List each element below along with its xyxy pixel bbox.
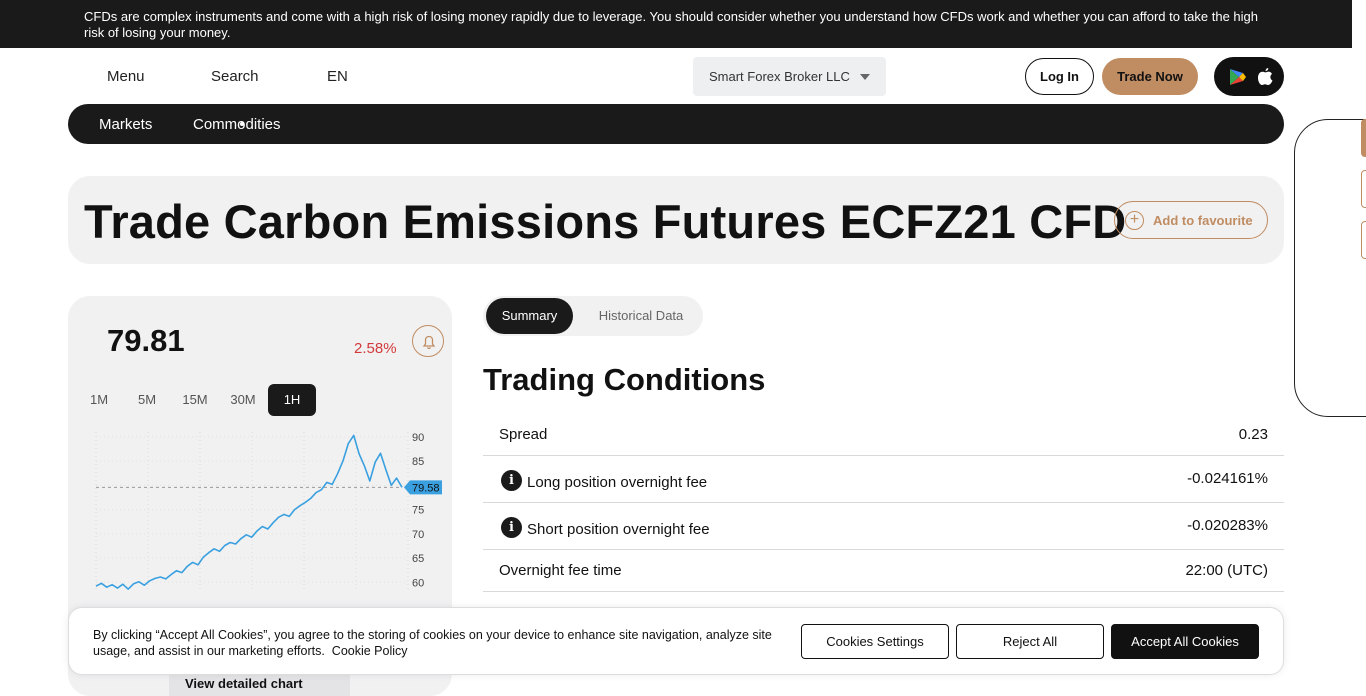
current-price: 79.81 bbox=[107, 323, 185, 358]
row-value: -0.020283% bbox=[1187, 517, 1268, 534]
table-row: Overnight fee time 22:00 (UTC) bbox=[483, 550, 1284, 592]
add-to-favourite-button[interactable]: + Add to favourite bbox=[1114, 201, 1268, 239]
breadcrumb-commodities[interactable]: Commodities bbox=[193, 116, 281, 133]
cookie-consent-message: By clicking “Accept All Cookies”, you ag… bbox=[93, 628, 772, 658]
price-change: 2.58% bbox=[354, 340, 397, 357]
trade-now-button[interactable]: Trade Now bbox=[1102, 58, 1198, 95]
cookie-consent-banner: By clicking “Accept All Cookies”, you ag… bbox=[68, 607, 1284, 675]
reject-all-button[interactable]: Reject All bbox=[956, 624, 1104, 659]
timeframe-15m[interactable]: 15M bbox=[171, 384, 219, 416]
current-price-tag-label: 79.58 bbox=[412, 482, 440, 494]
price-alert-button[interactable] bbox=[412, 325, 444, 357]
risk-warning-text: CFDs are complex instruments and come wi… bbox=[84, 9, 1259, 40]
y-tick-label: 90 bbox=[412, 432, 424, 444]
row-value: 22:00 (UTC) bbox=[1185, 562, 1268, 579]
plus-circle-icon: + bbox=[1125, 211, 1144, 230]
trading-conditions-title: Trading Conditions bbox=[483, 362, 766, 397]
apple-icon bbox=[1258, 68, 1273, 85]
broker-select-value: Smart Forex Broker LLC bbox=[709, 69, 850, 84]
accept-all-cookies-button[interactable]: Accept All Cookies bbox=[1111, 624, 1259, 659]
cookie-consent-text: By clicking “Accept All Cookies”, you ag… bbox=[93, 627, 773, 659]
y-tick-label: 85 bbox=[412, 456, 424, 468]
timeframe-1h[interactable]: 1H bbox=[268, 384, 316, 416]
row-value: 0.23 bbox=[1238, 426, 1268, 443]
content-tabs: Summary Historical Data bbox=[483, 296, 703, 336]
risk-warning-banner: CFDs are complex instruments and come wi… bbox=[0, 0, 1352, 48]
row-label: Long position overnight fee bbox=[527, 474, 708, 491]
timeframe-5m[interactable]: 5M bbox=[123, 384, 171, 416]
y-tick-label: 75 bbox=[412, 505, 424, 517]
side-tab-1[interactable] bbox=[1361, 119, 1366, 157]
tab-historical-data[interactable]: Historical Data bbox=[587, 298, 695, 334]
app-store-buttons[interactable] bbox=[1214, 57, 1284, 96]
row-label: Short position overnight fee bbox=[527, 521, 710, 538]
page-header: Trade Carbon Emissions Futures ECFZ21 CF… bbox=[68, 176, 1284, 264]
top-navigation: Menu Search EN Smart Forex Broker LLC Lo… bbox=[0, 48, 1352, 104]
side-tab-3[interactable] bbox=[1361, 221, 1366, 259]
bell-icon bbox=[422, 335, 436, 350]
side-tab-2[interactable] bbox=[1361, 170, 1366, 208]
y-tick-label: 65 bbox=[412, 553, 424, 565]
row-label: Overnight fee time bbox=[499, 562, 622, 579]
row-value: -0.024161% bbox=[1187, 470, 1268, 487]
google-play-icon bbox=[1230, 68, 1273, 85]
breadcrumb: Markets Commodities bbox=[68, 104, 1284, 144]
info-icon[interactable]: i bbox=[501, 470, 522, 491]
table-row: Spread 0.23 bbox=[483, 414, 1284, 456]
chevron-down-icon bbox=[860, 74, 870, 80]
table-row: i Long position overnight fee -0.024161% bbox=[483, 456, 1284, 503]
broker-select[interactable]: Smart Forex Broker LLC bbox=[693, 57, 886, 96]
timeframe-1m[interactable]: 1M bbox=[75, 384, 123, 416]
language-selector[interactable]: EN bbox=[327, 68, 348, 85]
y-tick-label: 70 bbox=[412, 529, 424, 541]
search-button[interactable]: Search bbox=[211, 68, 259, 85]
trading-conditions-table: Spread 0.23 i Long position overnight fe… bbox=[483, 414, 1284, 592]
tab-summary[interactable]: Summary bbox=[486, 298, 573, 334]
add-to-favourite-label: Add to favourite bbox=[1153, 213, 1253, 228]
cookie-policy-link[interactable]: Cookie Policy bbox=[332, 644, 408, 658]
page-title: Trade Carbon Emissions Futures ECFZ21 CF… bbox=[84, 195, 1127, 248]
view-detailed-chart-label: View detailed chart bbox=[185, 676, 303, 691]
menu-button[interactable]: Menu bbox=[107, 68, 145, 85]
breadcrumb-markets[interactable]: Markets bbox=[99, 116, 152, 133]
side-widget-panel bbox=[1294, 119, 1366, 417]
table-row: i Short position overnight fee -0.020283… bbox=[483, 503, 1284, 550]
row-label: Spread bbox=[499, 426, 548, 443]
price-line-chart[interactable]: 9085807570656079.58 bbox=[92, 422, 452, 612]
y-tick-label: 60 bbox=[412, 577, 424, 589]
timeframe-30m[interactable]: 30M bbox=[219, 384, 267, 416]
login-button[interactable]: Log In bbox=[1025, 58, 1094, 95]
cookies-settings-button[interactable]: Cookies Settings bbox=[801, 624, 949, 659]
info-icon[interactable]: i bbox=[501, 517, 522, 538]
